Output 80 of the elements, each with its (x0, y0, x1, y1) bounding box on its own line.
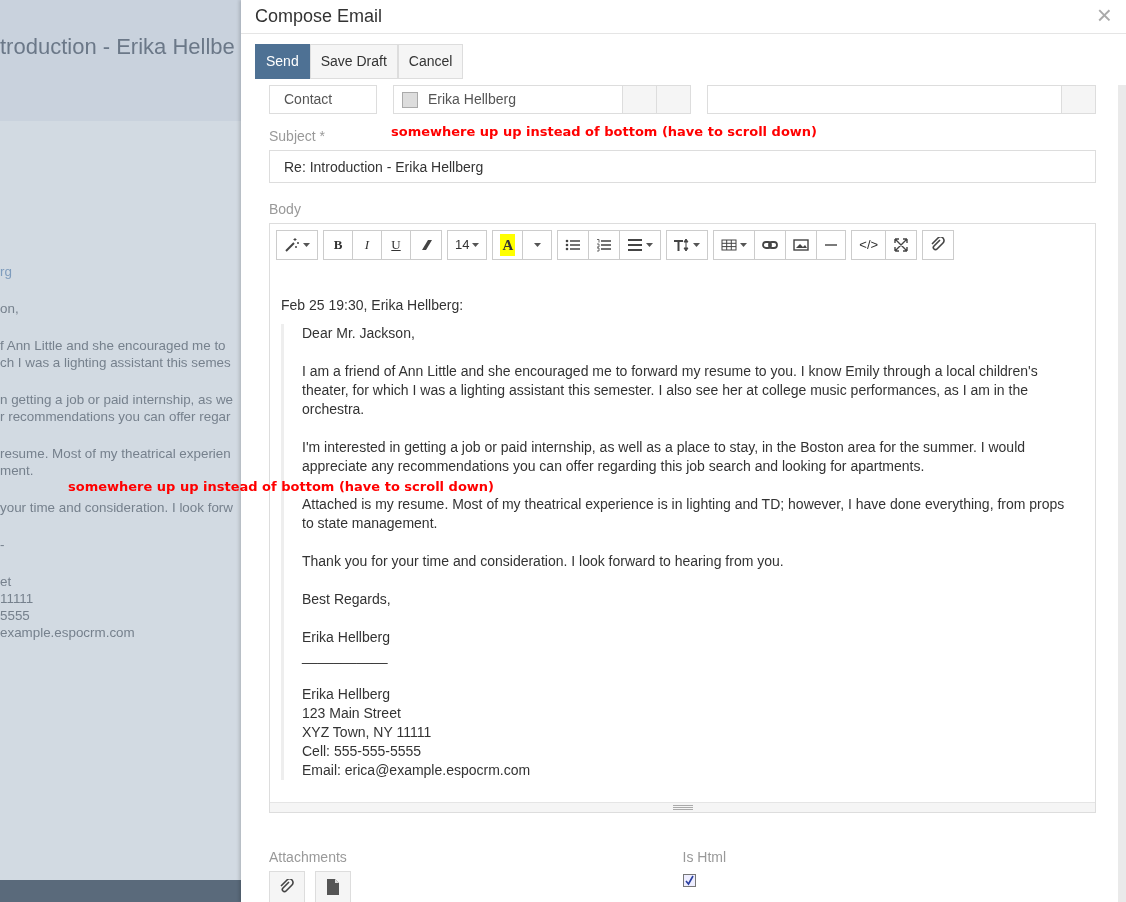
toolbar-button[interactable] (276, 230, 318, 260)
message-line: 123 Main Street (302, 704, 401, 723)
attach-document-button[interactable] (315, 871, 351, 902)
dropdown-toggle-button[interactable] (522, 230, 553, 260)
toolbar-button[interactable]: A (492, 230, 524, 260)
field-label: Subject * (269, 127, 326, 146)
toolbar-button[interactable] (557, 230, 590, 260)
line-height-icon (674, 237, 691, 253)
resize-grip-icon (672, 805, 693, 810)
parent-name: Erika Hellberg (428, 90, 516, 109)
paperclip-icon (930, 237, 947, 253)
picture-icon (793, 237, 810, 253)
message-line: XYZ Town, NY 11111 (302, 723, 432, 742)
toolbar-button[interactable] (754, 230, 787, 260)
page-title: troduction - Erika Hellbe (0, 33, 235, 61)
toolbar-button[interactable] (922, 230, 955, 260)
toolbar-button[interactable] (410, 230, 442, 260)
check-icon (683, 875, 695, 886)
field-label: Attachments (269, 848, 347, 867)
message-line: Email: erica@example.espocrm.com (302, 761, 531, 780)
horizontal-rule-icon (825, 244, 838, 246)
checkbox[interactable] (682, 874, 696, 887)
subject-field[interactable]: Re: Introduction - Erika Hellberg (269, 150, 1096, 183)
toolbar-button[interactable] (885, 230, 918, 260)
message-line: Erika Hellberg (302, 685, 390, 704)
document-icon (326, 879, 340, 895)
action-button[interactable]: Cancel (397, 44, 464, 79)
text-line: ment. (0, 462, 34, 479)
text-line: - (0, 536, 5, 553)
parent-type-select[interactable]: Contact (269, 85, 377, 114)
message-line: ___________ (302, 647, 388, 666)
action-button[interactable]: Save Draft (309, 44, 398, 79)
numbered-list-icon (596, 237, 613, 253)
message-line: Attached is my resume. Most of my theatrical experience is in lighting and TD; however, I have done everything, from props to state management. (302, 495, 1066, 533)
message-line: I'm interested in getting a job or paid internship, as well as a place to stay, in the Boston area for the summer. I would appreciate any recommendations you can offer regarding this job search and looking for apartments. (302, 438, 1027, 476)
toolbar-button[interactable]: 14 (447, 230, 488, 260)
message-line: I am a friend of Ann Little and she encouraged me to forward my resume to you. I know Emily through a local children's theater, for which I was a lighting assistant this semester. I also see her at college music performances, as I am in the orchestra. (302, 362, 1039, 419)
text-field[interactable] (707, 85, 1096, 114)
toolbar-button[interactable]: </> (851, 230, 887, 260)
text-line: your time and consideration. I look forw (0, 499, 233, 516)
text-line: ch I was a lighting assistant this semes (0, 354, 231, 371)
message-line: Thank you for your time and consideration. I look forward to hearing from you. (302, 552, 784, 571)
text-line: on, (0, 300, 19, 317)
toolbar-button[interactable] (785, 230, 818, 260)
align-icon (627, 237, 644, 253)
fullscreen-icon (893, 237, 910, 253)
attach-file-button[interactable] (269, 871, 305, 902)
table-icon (721, 237, 738, 253)
toolbar-button[interactable]: B (323, 230, 353, 260)
toolbar-button[interactable] (588, 230, 621, 260)
field-label: Is Html (682, 848, 727, 867)
toolbar-button[interactable] (619, 230, 662, 260)
paperclip-icon (279, 879, 295, 895)
text-line: et (0, 573, 12, 590)
checkbox[interactable] (402, 91, 418, 108)
message-line: Best Regards, (302, 590, 391, 609)
message-line: Dear Mr. Jackson, (302, 324, 415, 343)
message-line: Cell: 555-555-5555 (302, 742, 422, 761)
text-line: f Ann Little and she encouraged me to (0, 337, 226, 354)
toolbar-button[interactable] (666, 230, 709, 260)
toolbar-button[interactable]: U (381, 230, 411, 260)
text-line: example.espocrm.com (0, 624, 135, 641)
list-icon (565, 237, 582, 253)
text-line: 5555 (0, 607, 30, 624)
annotation-text: somewhere up up instead of bottom (have to scroll down) (391, 124, 818, 140)
toolbar-button[interactable]: I (352, 230, 382, 260)
text-line: 11111 (0, 590, 34, 607)
parent-field[interactable]: Erika Hellberg (393, 85, 691, 114)
message-line: Erika Hellberg (302, 628, 390, 647)
wand-icon (284, 237, 300, 253)
toolbar-button[interactable] (816, 230, 847, 260)
send-button[interactable]: Send (255, 44, 310, 79)
dialog-title: Compose Email (255, 5, 383, 28)
toolbar-button[interactable] (713, 230, 756, 260)
text-line: r recommendations you can offer regar (0, 408, 231, 425)
quote-header: Feb 25 19:30, Erika Hellberg: (281, 296, 465, 315)
annotation-text: somewhere up up instead of bottom (have to scroll down) (68, 479, 495, 495)
text-line: resume. Most of my theatrical experien (0, 445, 231, 462)
field-label: Body (269, 200, 301, 219)
text-line: n getting a job or paid internship, as we (0, 391, 233, 408)
